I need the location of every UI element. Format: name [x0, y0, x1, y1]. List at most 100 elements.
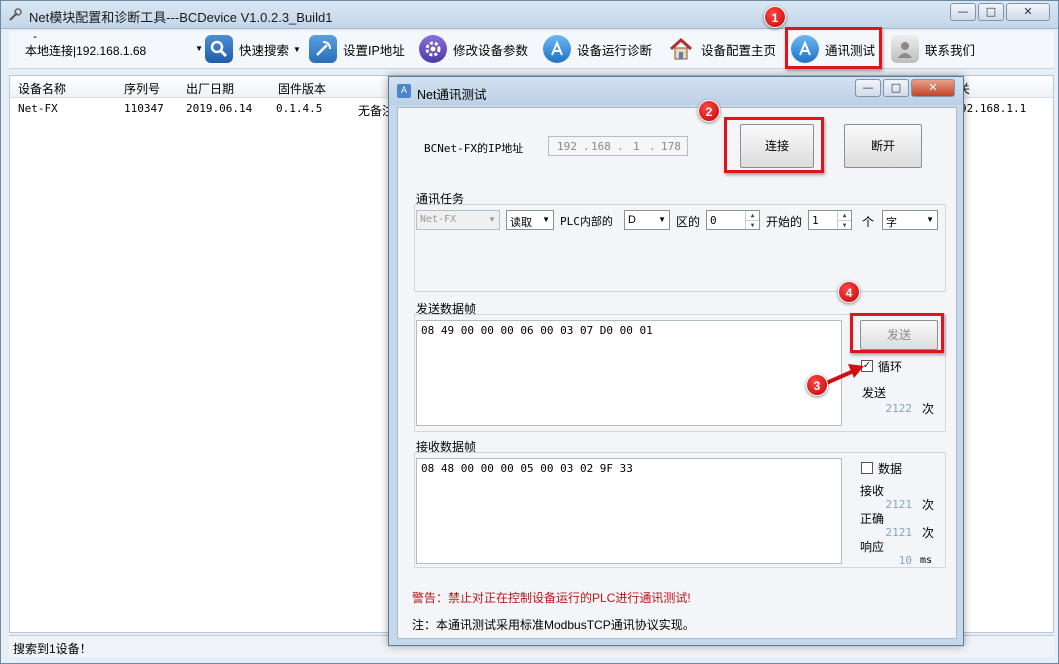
column-device-name[interactable]: 设备名称 [18, 80, 66, 97]
highlight-frame-connect [724, 117, 824, 173]
chevron-down-icon: ▼ [195, 44, 203, 53]
modify-params-button[interactable]: 修改设备参数 [419, 33, 528, 65]
count-spinner[interactable]: 1 ▲ ▼ [808, 210, 852, 230]
loop-label: 循环 [878, 360, 903, 374]
search-icon [205, 35, 233, 63]
ip-octet-3: 1 [633, 140, 640, 153]
dialog-minimize-button[interactable]: — [855, 79, 881, 97]
dialog-app-icon: A [397, 84, 411, 98]
dialog-title: Net通讯测试 [417, 88, 487, 102]
correct-times-label: 次 [922, 526, 935, 540]
pickaxe-icon [309, 35, 337, 63]
area-value: D [628, 214, 636, 226]
area-select[interactable]: D ▼ [624, 210, 670, 230]
config-home-label: 设备配置主页 [701, 43, 777, 58]
device-type-select[interactable]: Net-FX ▼ [416, 210, 500, 230]
step-marker-1: 1 [764, 6, 786, 28]
window-title: Net模块配置和诊断工具---BCDevice V1.0.2.3_Build1 [29, 10, 333, 25]
app-store-icon [543, 35, 571, 63]
response-ms-unit: ms [920, 555, 933, 566]
start-address-spinner[interactable]: 0 ▲ ▼ [706, 210, 760, 230]
dialog-close-button[interactable]: ✕ [911, 79, 955, 97]
spin-down-icon[interactable]: ▼ [745, 220, 759, 229]
set-ip-button[interactable]: 设置IP地址 [309, 33, 405, 65]
step-marker-3: 3 [806, 374, 828, 396]
chevron-down-icon: ▼ [542, 215, 550, 224]
device-type-value: Net-FX [420, 214, 457, 225]
dialog-title-bar: A Net通讯测试 — □ ✕ [389, 77, 963, 105]
app-wrench-icon [9, 8, 22, 21]
minimize-button[interactable]: — [950, 3, 976, 21]
unit-select[interactable]: 字 ▼ [882, 210, 938, 230]
count-value: 1 [812, 214, 819, 227]
contact-button[interactable]: 联系我们 [891, 33, 975, 65]
highlight-frame-comm-test [785, 27, 882, 69]
recv-times-label: 次 [922, 498, 935, 512]
column-firmware[interactable]: 固件版本 [278, 80, 326, 97]
response-ms-value: 10 [898, 554, 912, 567]
protocol-note: 注：本通讯测试采用标准ModbusTCP通讯协议实现。 [412, 618, 695, 632]
disconnect-button[interactable]: 断开 [844, 124, 922, 168]
start-suffix-label: 开始的 [766, 215, 803, 229]
diagnose-button[interactable]: 设备运行诊断 [543, 33, 652, 65]
ip-octet-4: 178 [661, 140, 681, 153]
cell-serial: 110347 [124, 102, 164, 115]
modify-params-label: 修改设备参数 [453, 43, 529, 58]
area-suffix-label: 区的 [676, 215, 701, 229]
spin-down-icon[interactable]: ▼ [837, 220, 851, 229]
spin-up-icon[interactable]: ▲ [837, 211, 851, 220]
home-icon [667, 35, 695, 63]
close-button[interactable]: ✕ [1006, 3, 1050, 21]
chevron-down-icon: ▼ [658, 215, 666, 224]
spin-up-icon[interactable]: ▲ [745, 211, 759, 220]
contact-label: 联系我们 [925, 43, 976, 58]
send-times-label: 次 [922, 402, 935, 416]
step-marker-4: 4 [838, 281, 860, 303]
count-unit-label: 个 [862, 215, 875, 229]
cell-gateway: 92.168.1.1 [960, 102, 1027, 115]
set-ip-label: 设置IP地址 [343, 43, 405, 58]
warning-text: 警告：禁止对正在控制设备运行的PLC进行通讯测试! [412, 591, 691, 605]
toolbar: - 本地连接|192.168.1.68 ▼ 快速搜索 ▼ 设置IP地址 修改设备… [9, 29, 1054, 69]
response-label: 响应 [860, 540, 885, 554]
cell-device-name: Net-FX [18, 102, 58, 115]
config-home-button[interactable]: 设备配置主页 [667, 33, 776, 65]
quick-search-label: 快速搜索 [239, 43, 290, 58]
status-text: 搜索到1设备！ [13, 642, 92, 656]
quick-search-button[interactable]: 快速搜索 ▼ [205, 33, 301, 65]
gear-icon [419, 35, 447, 63]
correct-count-label: 正确 [860, 512, 885, 526]
dropdown-arrow-icon: ▼ [293, 44, 301, 54]
connection-select[interactable]: - 本地连接|192.168.1.68 ▼ [13, 29, 203, 61]
column-serial[interactable]: 序列号 [124, 80, 160, 97]
ip-label: BCNet-FX的IP地址 [424, 142, 524, 155]
step-marker-2: 2 [698, 100, 720, 122]
operation-value: 读取 [510, 217, 532, 229]
ip-octet-2: 168 [591, 140, 611, 153]
maximize-button[interactable]: □ [978, 3, 1004, 21]
dialog-maximize-button[interactable]: □ [883, 79, 909, 97]
ip-address-input[interactable]: 192 . 168 . 1 . 178 [548, 136, 688, 156]
cell-date: 2019.06.14 [186, 102, 253, 115]
cell-firmware: 0.1.4.5 [276, 102, 323, 115]
column-date[interactable]: 出厂日期 [186, 80, 234, 97]
chevron-down-icon: ▼ [488, 215, 496, 224]
data-label: 数据 [878, 462, 903, 476]
send-frame-textarea[interactable]: 08 49 00 00 00 06 00 03 07 D0 00 01 [416, 320, 842, 426]
operation-select[interactable]: 读取 ▼ [506, 210, 554, 230]
connection-dash: - [33, 29, 37, 43]
ip-octet-1: 192 [557, 140, 577, 153]
data-checkbox[interactable] [861, 462, 873, 474]
chevron-down-icon: ▼ [926, 215, 934, 224]
connection-value: 本地连接|192.168.1.68 [25, 44, 147, 58]
recv-count-label: 接收 [860, 484, 885, 498]
title-bar: Net模块配置和诊断工具---BCDevice V1.0.2.3_Build1 … [1, 1, 1058, 29]
plc-inside-label: PLC内部的 [560, 215, 613, 228]
highlight-frame-send [850, 313, 944, 353]
start-address-value: 0 [710, 214, 717, 227]
unit-value: 字 [886, 217, 897, 229]
person-icon [891, 35, 919, 63]
send-count-value: 2122 [885, 402, 913, 415]
recv-frame-textarea[interactable]: 08 48 00 00 00 05 00 03 02 9F 33 [416, 458, 842, 564]
comm-test-dialog: A Net通讯测试 — □ ✕ BCNet-FX的IP地址 192 . 168 … [388, 76, 964, 646]
